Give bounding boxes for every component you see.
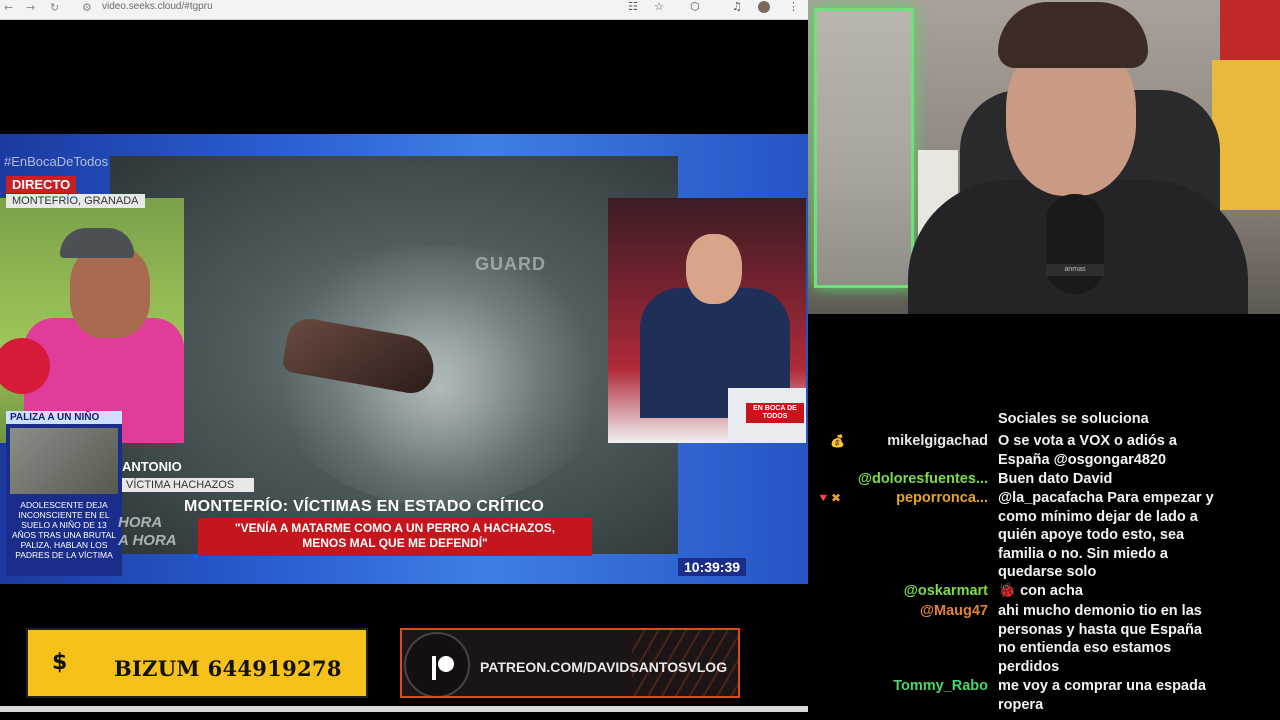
chat-line: no entienda eso estamos (998, 640, 1172, 656)
media-icon[interactable]: ♫ (732, 0, 742, 13)
chat-username[interactable]: mikelgigachad (887, 432, 988, 451)
chat-panel: Sociales se soluciona 💰 mikelgigachad O … (808, 314, 1280, 720)
streamer-webcam: anmas (808, 0, 1280, 314)
address-bar[interactable]: video.seeks.cloud/#tgpru (102, 1, 213, 12)
reload-icon[interactable]: ↻ (50, 1, 59, 14)
quote-line-2: MENOS MAL QUE ME DEFENDÍ" (302, 536, 488, 550)
chat-text: 🐞 con acha (998, 582, 1276, 601)
presenter-head (686, 234, 742, 304)
chat-line: @la_pacafacha Para empezar y (998, 490, 1214, 506)
interviewee-name: ANTONIO (122, 459, 182, 474)
mic-brand: anmas (1046, 264, 1104, 276)
bizum-label: BIZUM 644919278 (114, 656, 342, 681)
player-progress-strip[interactable] (0, 706, 808, 712)
back-icon[interactable]: ← (4, 1, 13, 14)
chat-clipped-line: Sociales se soluciona (998, 411, 1149, 427)
patreon-banner: PATREON.COM/DAVIDSANTOSVLOG (400, 628, 740, 698)
chat-line: España @osgongar4820 (998, 451, 1167, 468)
patreon-label: PATREON.COM/DAVIDSANTOSVLOG (480, 659, 728, 675)
chat-line: ropera (998, 696, 1044, 713)
broadcast-clock: 10:39:39 (678, 558, 747, 576)
chat-line: familia o no. Sin miedo a (998, 545, 1168, 562)
hora-line-1: HORA (118, 514, 163, 531)
chat-line: quedarse solo (998, 564, 1097, 580)
chat-text: @la_pacafacha Para empezar y como mínimo… (998, 489, 1276, 582)
streamer-hair (998, 2, 1148, 68)
live-badge: DIRECTO (6, 176, 77, 193)
video-player[interactable]: GUARD EN BOCA DE TODOS #EnBocaDeTodos DI… (0, 20, 808, 710)
side-news-thumbnail (10, 428, 118, 494)
extensions-icon[interactable]: ⬡ (690, 0, 700, 13)
forward-icon[interactable]: → (26, 1, 35, 14)
interviewee-face (70, 246, 150, 338)
side-news-header: PALIZA A UN NIÑO (6, 411, 122, 424)
dollar-icon: $ (52, 650, 68, 675)
quote-line-1: "VENÍA A MATARME COMO A UN PERRO A HACHA… (234, 521, 556, 535)
chat-text: O se vota a VOX o adiós a España @osgong… (998, 432, 1276, 469)
chat-line: O se vota a VOX o adiós a (998, 433, 1177, 449)
browser-toolbar: ← → ↻ ⚙ video.seeks.cloud/#tgpru ☷ ☆ ⬡ ♫… (0, 0, 808, 20)
chat-text: ahi mucho demonio tio en las personas y … (998, 602, 1276, 676)
chat-text: me voy a comprar una espada ropera (998, 677, 1276, 714)
patreon-icon (432, 656, 454, 680)
headline: MONTEFRÍO: VÍCTIMAS EN ESTADO CRÍTICO (184, 498, 545, 515)
broken-windshield-image: GUARD (110, 156, 678, 554)
chat-username[interactable]: peporronca... (896, 489, 988, 508)
bookmark-star-icon[interactable]: ☆ (654, 0, 664, 13)
chat-line: como mínimo dejar de lado a (998, 508, 1198, 525)
menu-icon[interactable]: ⋮ (788, 0, 799, 13)
chat-line: perdidos (998, 658, 1060, 675)
quote-box: "VENÍA A MATARME COMO A UN PERRO A HACHA… (198, 518, 592, 556)
patreon-logo-circle (404, 632, 470, 696)
location-label: MONTEFRÍO, GRANADA (6, 194, 145, 208)
studio-window: EN BOCA DE TODOS (608, 198, 806, 443)
background-lettering: GUARD (475, 254, 546, 274)
chat-line: 🐞 con acha (998, 583, 1083, 599)
hora-line-2: A HORA (118, 532, 177, 549)
microphone-icon (1046, 194, 1104, 294)
chat-line: personas y hasta que España (998, 621, 1202, 638)
chat-username[interactable]: @doloresfuentes... (858, 470, 988, 489)
flag-stripe-yellow (1212, 60, 1280, 210)
interviewee-cap (60, 228, 134, 258)
interviewee-role: VÍCTIMA HACHAZOS (122, 478, 254, 492)
chat-line: me voy a comprar una espada (998, 678, 1206, 694)
chat-line: Buen dato David (998, 471, 1113, 487)
chat-username[interactable]: Tommy_Rabo (893, 677, 988, 696)
chat-username[interactable]: @Maug47 (920, 602, 988, 621)
hashtag: #EnBocaDeTodos (4, 154, 109, 169)
money-badge-icon: 💰 (830, 434, 845, 448)
site-info-icon[interactable]: ⚙ (82, 1, 92, 14)
profile-avatar[interactable] (758, 1, 770, 13)
chat-line: ahi mucho demonio tio en las (998, 603, 1202, 619)
chat-text: Buen dato David (998, 470, 1276, 489)
translate-icon[interactable]: ☷ (628, 0, 638, 13)
tv-broadcast: GUARD EN BOCA DE TODOS #EnBocaDeTodos DI… (0, 134, 808, 584)
side-news-panel: PALIZA A UN NIÑO ADOLESCENTE DEJA INCONS… (6, 411, 122, 576)
moderator-badge-icon: 🔻✖ (816, 491, 841, 505)
flag-stripe-red (1220, 0, 1280, 60)
chat-line: quién apoye todo esto, sea (998, 527, 1185, 543)
interview-window (0, 198, 184, 443)
display-cabinet (814, 8, 914, 288)
show-title-watermark: HORA A HORA (118, 514, 177, 550)
side-news-text: ADOLESCENTE DEJA INCONSCIENTE EN EL SUEL… (11, 500, 117, 560)
bizum-banner: $ BIZUM 644919278 (26, 628, 368, 698)
show-logo: EN BOCA DE TODOS (746, 403, 804, 423)
chat-username[interactable]: @oskarmart (904, 582, 988, 601)
